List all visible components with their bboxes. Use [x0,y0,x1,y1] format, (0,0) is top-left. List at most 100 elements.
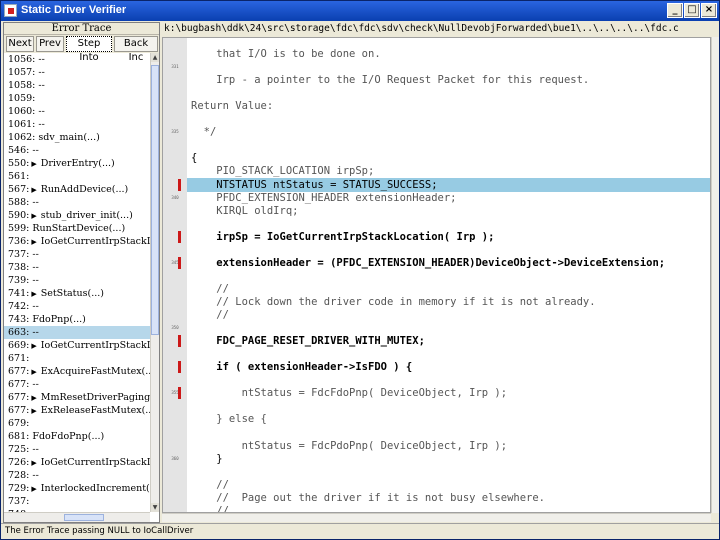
trace-item[interactable]: 590: ▶ stub_driver_init(...) [4,209,150,222]
trace-call-text: -- [32,197,39,208]
h-scroll-thumb[interactable] [64,514,104,521]
trace-item[interactable]: 1057: -- [4,66,150,79]
source-code-pane[interactable]: 331 335 340 345 350 355 360 that I/O is to be … [162,37,711,513]
code-line: PIO_STACK_LOCATION irpSp; [191,165,375,178]
window-title: Static Driver Verifier [21,4,127,16]
trace-item[interactable]: 742: -- [4,300,150,313]
scroll-thumb[interactable] [151,65,159,335]
trace-call-text: -- [38,80,45,91]
trace-list[interactable]: 1056: -- 1057: -- 1058: -- 1059: 1060: -- 10… [4,53,150,512]
trace-vertical-scrollbar[interactable]: ▲ ▼ [150,53,159,512]
code-vertical-scrollbar[interactable] [711,37,719,513]
expand-arrow-icon[interactable]: ▶ [31,483,36,495]
title-bar[interactable]: Static Driver Verifier _ □ × [1,1,719,21]
trace-item[interactable]: 1060: -- [4,105,150,118]
trace-line-number: 726: [8,457,30,468]
trace-item[interactable]: 561: [4,170,150,183]
trace-item[interactable]: 725: -- [4,443,150,456]
expand-arrow-icon[interactable]: ▶ [31,405,36,417]
breakpoint-marker-icon[interactable] [178,256,181,269]
trace-line-number: 671: [8,353,30,364]
breakpoint-marker-icon[interactable] [178,361,181,374]
expand-arrow-icon[interactable]: ▶ [31,158,36,170]
trace-line-number: 590: [8,210,30,221]
trace-call-text: FdoPnp(...) [32,314,86,325]
trace-horizontal-scrollbar[interactable] [4,512,150,522]
breakpoint-marker-icon[interactable] [178,387,181,400]
code-horizontal-scrollbar[interactable] [162,513,711,522]
trace-line-number: 1058: [8,80,36,91]
trace-item[interactable]: 743: FdoPnp(...) [4,313,150,326]
back-inc-button[interactable]: Back Inc [114,36,158,63]
trace-item[interactable]: 679: [4,417,150,430]
breakpoint-marker-icon[interactable] [178,335,181,348]
expand-arrow-icon[interactable]: ▶ [31,210,36,222]
trace-call-text: FdoFdoPnp(...) [32,431,105,442]
expand-arrow-icon[interactable]: ▶ [31,288,36,300]
trace-item[interactable]: 737: -- [4,248,150,261]
maximize-button[interactable]: □ [684,3,700,18]
trace-item[interactable]: 599: RunStartDevice(...) [4,222,150,235]
expand-arrow-icon[interactable]: ▶ [31,236,36,248]
trace-call-text: InterlockedIncrement(...) [40,483,150,494]
code-line: // Lock down the driver code in memory i… [191,295,596,308]
code-line: irpSp = IoGetCurrentIrpStackLocation( Ir… [191,230,495,243]
trace-call-text: -- [32,470,39,481]
trace-item[interactable]: 677: -- [4,378,150,391]
expand-arrow-icon[interactable]: ▶ [31,340,36,352]
gutter-line-label: 360 [171,455,179,461]
minimize-button[interactable]: _ [667,3,683,18]
trace-nav-bar: Next Prev Step Into Back Inc [4,35,159,63]
trace-call-text: -- [32,275,39,286]
trace-item[interactable]: 550: ▶ DriverEntry(...) [4,157,150,170]
trace-item[interactable]: 1059: [4,92,150,105]
trace-item[interactable]: 1058: -- [4,79,150,92]
trace-item[interactable]: 741: ▶ SetStatus(...) [4,287,150,300]
expand-arrow-icon[interactable]: ▶ [31,184,36,196]
code-area[interactable]: that I/O is to be done on. Irp - a point… [187,38,710,512]
scroll-down-arrow-icon[interactable]: ▼ [151,503,159,512]
expand-arrow-icon[interactable]: ▶ [31,392,36,404]
breakpoint-marker-icon[interactable] [178,178,181,191]
trace-item[interactable]: 1061: -- [4,118,150,131]
trace-line-number: 561: [8,171,30,182]
step-into-button[interactable]: Step Into [66,36,112,63]
expand-arrow-icon[interactable]: ▶ [31,366,36,378]
trace-call-text: -- [38,119,45,130]
trace-item[interactable]: 736:▶ IoGetCurrentIrpStackLoca [4,235,150,248]
trace-item[interactable]: 1056: -- [4,53,150,66]
trace-item[interactable]: 567: ▶ RunAddDevice(...) [4,183,150,196]
trace-item[interactable]: 738: -- [4,261,150,274]
trace-item[interactable]: 681: FdoFdoPnp(...) [4,430,150,443]
prev-button[interactable]: Prev [36,36,64,52]
trace-item[interactable]: 729:▶ InterlockedIncrement(...) [4,482,150,495]
trace-item[interactable]: 677: ▶ ExAcquireFastMutex(...) [4,365,150,378]
trace-item[interactable]: 677:▶ MmResetDriverPaging(...) [4,391,150,404]
breakpoint-marker-icon[interactable] [178,230,181,243]
trace-item[interactable]: 677: ▶ ExReleaseFastMutex(...) [4,404,150,417]
code-line: // [191,282,229,295]
trace-item[interactable]: 663: -- [4,326,150,339]
trace-item[interactable]: 737: [4,495,150,508]
trace-item[interactable]: 588: -- [4,196,150,209]
next-button[interactable]: Next [6,36,34,52]
scroll-up-arrow-icon[interactable]: ▲ [151,53,159,62]
trace-line-number: 728: [8,470,30,481]
trace-item[interactable]: 546: -- [4,144,150,157]
expand-arrow-icon[interactable]: ▶ [31,457,36,469]
code-line: // [191,478,229,491]
trace-item[interactable]: 1062: sdv_main(...) [4,131,150,144]
trace-item[interactable]: 671: [4,352,150,365]
trace-call-text: MmResetDriverPaging(...) [40,392,150,403]
trace-call-text: -- [32,379,39,390]
close-button[interactable]: × [701,3,717,18]
trace-item[interactable]: 669:▶ IoGetCurrentIrpStackLoca [4,339,150,352]
trace-item[interactable]: 739: -- [4,274,150,287]
trace-item[interactable]: 728: -- [4,469,150,482]
trace-item[interactable]: 726:▶ IoGetCurrentIrpStackLoca [4,456,150,469]
line-gutter[interactable]: 331 335 340 345 350 355 360 [163,38,187,512]
